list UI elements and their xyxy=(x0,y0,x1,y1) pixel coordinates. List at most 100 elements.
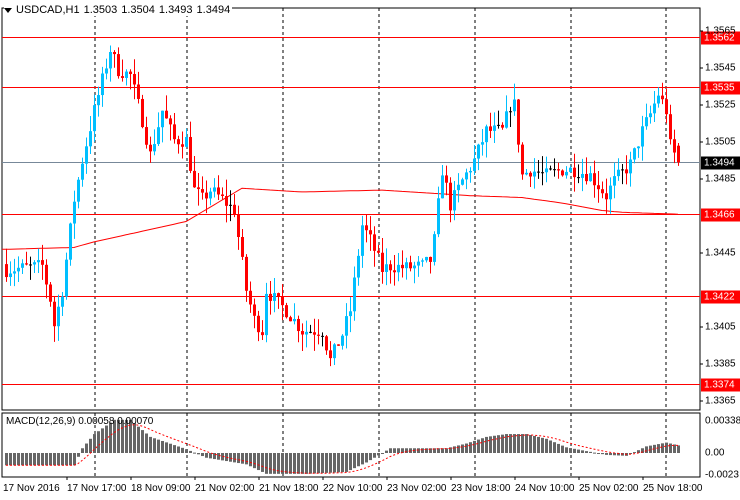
bear-candle xyxy=(329,350,332,359)
bull-candle xyxy=(653,103,656,114)
bull-candle xyxy=(565,171,568,176)
bear-candle xyxy=(277,293,280,297)
bear-candle xyxy=(517,99,520,145)
time-axis-label: 18 Nov 09:00 xyxy=(131,483,191,494)
bear-candle xyxy=(25,263,28,265)
bear-candle xyxy=(129,71,132,75)
macd-histogram-bar xyxy=(609,453,612,456)
bear-candle xyxy=(601,189,604,194)
bull-candle xyxy=(525,172,528,175)
macd-histogram-bar xyxy=(537,436,540,453)
bull-candle xyxy=(433,234,436,262)
bull-candle xyxy=(425,256,428,261)
time-axis-label: 17 Nov 17:00 xyxy=(67,483,127,494)
macd-histogram-bar xyxy=(77,453,80,457)
open-value: 1.3503 xyxy=(83,4,118,16)
macd-histogram-bar xyxy=(165,442,168,453)
macd-histogram-bar xyxy=(345,453,348,472)
bull-candle xyxy=(613,176,616,186)
dropdown-triangle-icon[interactable] xyxy=(4,7,12,13)
bull-candle xyxy=(465,172,468,180)
bear-candle xyxy=(253,304,256,316)
macd-histogram-bar xyxy=(661,443,664,453)
bear-candle xyxy=(317,334,320,336)
macd-histogram-bar xyxy=(53,453,56,466)
bull-candle xyxy=(533,171,536,177)
macd-histogram-bar xyxy=(81,448,84,453)
bear-candle xyxy=(325,336,328,351)
bear-candle xyxy=(673,139,676,153)
bear-candle xyxy=(593,173,596,186)
bull-candle xyxy=(69,223,72,260)
macd-histogram-bar xyxy=(593,452,596,454)
bull-candle xyxy=(505,111,508,128)
bear-candle xyxy=(365,225,368,231)
bear-candle xyxy=(201,189,204,193)
bull-candle xyxy=(473,158,476,171)
macd-histogram-bar xyxy=(293,453,296,474)
bull-candle xyxy=(453,190,456,211)
bull-candle xyxy=(589,173,592,182)
bull-candle xyxy=(641,126,644,147)
bear-candle xyxy=(233,204,236,215)
bull-candle xyxy=(33,262,36,265)
bear-candle xyxy=(53,301,56,327)
bear-candle xyxy=(189,136,192,171)
bear-candle xyxy=(165,110,168,119)
bull-candle xyxy=(461,179,464,185)
macd-histogram-bar xyxy=(553,442,556,453)
bear-candle xyxy=(521,144,524,175)
bull-candle xyxy=(629,159,632,174)
macd-histogram-bar xyxy=(169,443,172,453)
macd-histogram-bar xyxy=(565,447,568,453)
macd-histogram-bar xyxy=(421,448,424,453)
macd-histogram-bar xyxy=(545,438,548,453)
macd-histogram-bar xyxy=(45,453,48,466)
macd-histogram-bar xyxy=(185,449,188,453)
chart-header: USDCAD,H1 1.3503 1.3504 1.3493 1.3494 xyxy=(4,4,233,16)
time-axis-label: 23 Nov 18:00 xyxy=(451,483,511,494)
macd-histogram-bar xyxy=(369,453,372,461)
macd-histogram-bar xyxy=(69,453,72,466)
bear-candle xyxy=(373,234,376,251)
bear-candle xyxy=(369,230,372,235)
bull-candle xyxy=(161,110,164,128)
macd-histogram-bar xyxy=(481,438,484,453)
bear-candle xyxy=(429,256,432,262)
macd-histogram-bar xyxy=(521,434,524,453)
bear-candle xyxy=(381,252,384,272)
bear-candle xyxy=(145,127,148,145)
bull-candle xyxy=(477,144,480,159)
macd-histogram-bar xyxy=(181,447,184,453)
bull-candle xyxy=(21,263,24,268)
bull-candle xyxy=(633,148,636,160)
bull-candle xyxy=(81,163,84,180)
macd-histogram-bar xyxy=(633,452,636,454)
bear-candle xyxy=(289,317,292,322)
bear-candle xyxy=(49,284,52,302)
bear-candle xyxy=(605,193,608,200)
bear-candle xyxy=(393,270,396,273)
symbol-label: USDCAD,H1 xyxy=(16,4,80,16)
bull-candle xyxy=(293,318,296,322)
macd-histogram-bar xyxy=(353,453,356,469)
bull-candle xyxy=(609,185,612,200)
macd-histogram-bar xyxy=(513,434,516,453)
bull-candle xyxy=(581,173,584,178)
macd-histogram-bar xyxy=(465,443,468,453)
time-axis-label: 17 Nov 2016 xyxy=(3,483,60,494)
bull-candle xyxy=(185,136,188,147)
macd-histogram-bar xyxy=(97,431,100,453)
bull-candle xyxy=(77,179,80,202)
bear-candle xyxy=(173,124,176,140)
bull-candle xyxy=(437,198,440,235)
bear-candle xyxy=(113,52,116,55)
bear-candle xyxy=(193,170,196,188)
macd-histogram-bar xyxy=(25,453,28,466)
macd-histogram-bar xyxy=(281,453,284,474)
bear-candle xyxy=(121,76,124,78)
bear-candle xyxy=(5,264,8,278)
bull-candle xyxy=(57,306,60,327)
bear-candle xyxy=(501,124,504,128)
bear-candle xyxy=(409,262,412,269)
